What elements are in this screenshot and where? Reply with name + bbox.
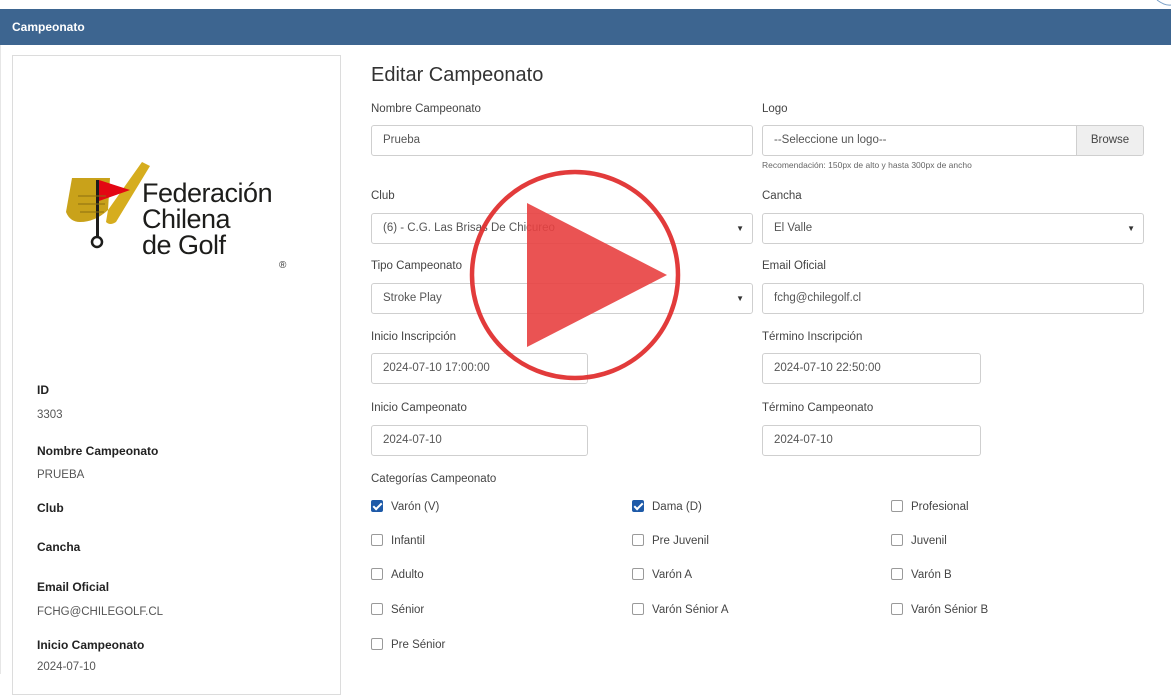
registered-mark: ®	[279, 260, 287, 271]
cancha-select-value: El Valle	[774, 222, 813, 234]
category-checkbox[interactable]: Pre Sénior	[371, 637, 445, 653]
category-checkbox[interactable]: Profesional	[891, 499, 969, 515]
category-label: Pre Sénior	[391, 639, 446, 651]
tipo-label: Tipo Campeonato	[371, 260, 462, 272]
checkbox-icon[interactable]	[632, 533, 644, 546]
category-checkbox[interactable]: Varón A	[632, 567, 692, 583]
category-label: Varón Sénior A	[652, 604, 729, 616]
logo-label: Logo	[762, 103, 788, 115]
cancha-select[interactable]: El Valle ▼	[762, 213, 1144, 244]
checkbox-icon[interactable]	[632, 602, 644, 615]
sidebar-label-cancha: Cancha	[37, 540, 81, 554]
termino-inscripcion-label: Término Inscripción	[762, 331, 863, 343]
categorias-label: Categorías Campeonato	[371, 473, 497, 485]
logo-file-input[interactable]: --Seleccione un logo-- Browse	[762, 125, 1144, 156]
checkbox-icon[interactable]	[371, 499, 383, 512]
checkbox-icon[interactable]	[632, 499, 644, 512]
termino-inscripcion-input[interactable]: 2024-07-10 22:50:00	[762, 353, 981, 384]
email-input[interactable]: fchg@chilegolf.cl	[762, 283, 1144, 314]
checkbox-icon[interactable]	[891, 499, 903, 512]
category-label: Sénior	[391, 604, 425, 616]
nombre-input[interactable]: Prueba	[371, 125, 753, 156]
play-icon[interactable]	[469, 169, 681, 381]
sidebar-label-nombre: Nombre Campeonato	[37, 444, 159, 458]
checkbox-icon[interactable]	[371, 567, 383, 580]
category-label: Varón A	[652, 569, 693, 581]
category-label: Varón Sénior B	[911, 604, 989, 616]
category-checkbox[interactable]: Juvenil	[891, 533, 947, 549]
category-label: Profesional	[911, 501, 969, 513]
category-checkbox[interactable]: Pre Juvenil	[632, 533, 709, 549]
caret-down-icon: ▼	[736, 224, 744, 233]
category-label: Juvenil	[911, 535, 947, 547]
checkbox-icon[interactable]	[891, 533, 903, 546]
sidebar-value-nombre: PRUEBA	[37, 469, 85, 481]
category-label: Varón B	[911, 569, 952, 581]
checkbox-icon[interactable]	[371, 602, 383, 615]
caret-down-icon: ▼	[1127, 224, 1135, 233]
checkbox-icon[interactable]	[891, 602, 903, 615]
sidebar-value-inicio: 2024-07-10	[37, 661, 96, 673]
caret-down-icon: ▼	[736, 294, 744, 303]
top-strip	[0, 0, 1171, 9]
page-title: Editar Campeonato	[371, 64, 544, 86]
email-label: Email Oficial	[762, 260, 826, 272]
checkbox-icon[interactable]	[371, 533, 383, 546]
cancha-label: Cancha	[762, 190, 802, 202]
sidebar-label-email: Email Oficial	[37, 580, 110, 594]
category-label: Pre Juvenil	[652, 535, 709, 547]
checkbox-icon[interactable]	[371, 637, 383, 650]
category-checkbox[interactable]: Sénior	[371, 602, 424, 618]
header-title: Campeonato	[12, 20, 85, 34]
inicio-campeonato-input[interactable]: 2024-07-10	[371, 425, 588, 456]
page-header: Campeonato	[0, 9, 1171, 45]
category-checkbox[interactable]: Varón Sénior B	[891, 602, 988, 618]
category-label: Varón (V)	[391, 501, 440, 513]
category-label: Adulto	[391, 569, 424, 581]
sidebar-label-id: ID	[37, 383, 49, 397]
sidebar-value-email: FCHG@CHILEGOLF.CL	[37, 606, 164, 618]
logo-wordmark: Federación Chilena de Golf	[142, 178, 273, 260]
category-checkbox[interactable]: Adulto	[371, 567, 424, 583]
browse-button[interactable]: Browse	[1076, 126, 1143, 155]
category-checkbox[interactable]: Infantil	[371, 533, 425, 549]
category-checkbox[interactable]: Varón B	[891, 567, 952, 583]
logo-line-2: Chilena	[142, 204, 231, 234]
nombre-label: Nombre Campeonato	[371, 103, 481, 115]
inicio-inscripcion-label: Inicio Inscripción	[371, 331, 457, 343]
checkbox-icon[interactable]	[891, 567, 903, 580]
tipo-select-value: Stroke Play	[383, 292, 442, 304]
logo-file-placeholder: --Seleccione un logo--	[774, 134, 887, 146]
category-checkbox[interactable]: Varón (V)	[371, 499, 439, 515]
logo-line-1: Federación	[142, 178, 273, 208]
inicio-campeonato-label: Inicio Campeonato	[371, 402, 467, 414]
termino-campeonato-label: Término Campeonato	[762, 402, 874, 414]
sidebar-label-club: Club	[37, 501, 64, 515]
termino-campeonato-input[interactable]: 2024-07-10	[762, 425, 981, 456]
category-label: Dama (D)	[652, 501, 702, 513]
left-rule	[0, 45, 1, 674]
logo-hint: Recomendación: 150px de alto y hasta 300…	[762, 160, 972, 170]
sidebar-value-id: 3303	[37, 409, 63, 421]
logo-line-3: de Golf	[142, 230, 226, 260]
checkbox-icon[interactable]	[632, 567, 644, 580]
club-label: Club	[371, 190, 395, 202]
category-checkbox[interactable]: Dama (D)	[632, 499, 702, 515]
sidebar-label-inicio: Inicio Campeonato	[37, 638, 145, 652]
category-checkbox[interactable]: Varón Sénior A	[632, 602, 729, 618]
category-label: Infantil	[391, 535, 425, 547]
